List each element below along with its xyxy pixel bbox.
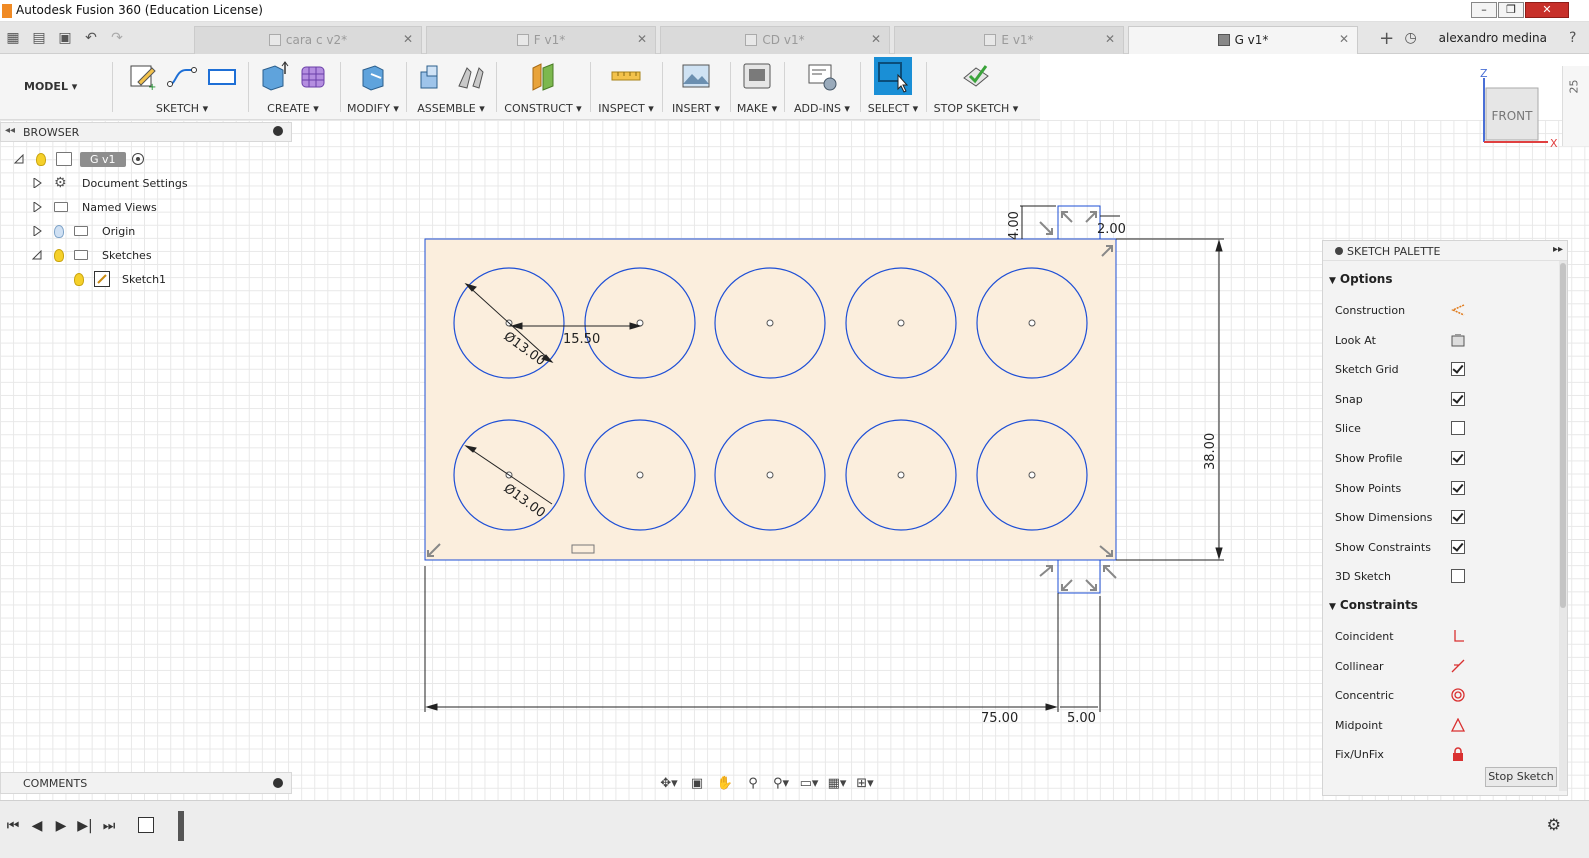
concentric-icon[interactable]: [1451, 688, 1465, 702]
palette-scrollbar[interactable]: [1559, 261, 1567, 791]
show-points-checkbox[interactable]: [1451, 481, 1465, 495]
slice-checkbox[interactable]: [1451, 421, 1465, 435]
sketch-grid-checkbox[interactable]: [1451, 362, 1465, 376]
timeline-sketch-feature[interactable]: [138, 817, 154, 833]
construction-icon[interactable]: [1451, 303, 1465, 317]
constraint-collinear[interactable]: Collinear: [1335, 657, 1557, 677]
option-snap[interactable]: Snap: [1335, 390, 1557, 410]
option-construction[interactable]: Construction: [1335, 301, 1557, 321]
sketch-palette: SKETCH PALETTE ▸▸ ▼ Options Construction …: [1322, 240, 1568, 796]
step-forward-icon[interactable]: ▶|: [76, 817, 94, 835]
play-icon[interactable]: ▶: [52, 817, 70, 835]
show-dimensions-checkbox[interactable]: [1451, 510, 1465, 524]
constraint-coincident[interactable]: Coincident: [1335, 627, 1557, 647]
palette-minimize-icon[interactable]: [1335, 247, 1343, 255]
stop-sketch-button[interactable]: Stop Sketch: [1485, 767, 1557, 787]
tab-height-dimension: 4.00: [1007, 211, 1022, 240]
show-profile-checkbox[interactable]: [1451, 451, 1465, 465]
sketch-tab-top[interactable]: [1057, 205, 1101, 240]
constraints-section-header[interactable]: ▼ Constraints: [1329, 598, 1418, 612]
option-show-constraints[interactable]: Show Constraints: [1335, 538, 1557, 558]
sketch-palette-header[interactable]: SKETCH PALETTE ▸▸: [1323, 241, 1567, 261]
timeline-marker[interactable]: [178, 811, 184, 841]
go-to-end-icon[interactable]: ⏭: [100, 817, 118, 835]
look-at-nav-icon[interactable]: ▣: [686, 775, 708, 793]
height-dimension: 38.00: [1203, 433, 1218, 470]
constraint-midpoint[interactable]: Midpoint: [1335, 716, 1557, 736]
palette-expand-icon[interactable]: ▸▸: [1553, 244, 1563, 255]
navigation-bar: ✥▾ ▣ ✋ ⚲ ⚲▾ ▭▾ ▦▾ ⊞▾: [658, 772, 906, 796]
display-settings-icon[interactable]: ▭▾: [798, 775, 820, 793]
viewports-icon[interactable]: ⊞▾: [854, 775, 876, 793]
look-at-icon[interactable]: [1451, 333, 1465, 347]
option-sketch-grid[interactable]: Sketch Grid: [1335, 360, 1557, 380]
constraint-fix-unfix[interactable]: Fix/UnFix: [1335, 745, 1557, 765]
grid-settings-icon[interactable]: ▦▾: [826, 775, 848, 793]
step-back-icon[interactable]: ◀: [28, 817, 46, 835]
collinear-icon[interactable]: [1451, 659, 1465, 673]
tab-width-dimension: 5.00: [1067, 711, 1096, 726]
go-to-start-icon[interactable]: ⏮: [4, 817, 22, 835]
show-constraints-checkbox[interactable]: [1451, 540, 1465, 554]
constraint-concentric[interactable]: Concentric: [1335, 686, 1557, 706]
comments-panel-header[interactable]: COMMENTS: [0, 772, 292, 794]
tab-offset-dimension: 2.00: [1097, 222, 1126, 237]
options-section-header[interactable]: ▼ Options: [1329, 272, 1393, 286]
option-slice[interactable]: Slice: [1335, 419, 1557, 439]
snap-checkbox[interactable]: [1451, 392, 1465, 406]
lock-icon[interactable]: [1451, 747, 1465, 761]
width-dimension: 75.00: [981, 711, 1018, 726]
timeline-settings-gear-icon[interactable]: ⚙: [1547, 815, 1561, 834]
option-show-dimensions[interactable]: Show Dimensions: [1335, 508, 1557, 528]
zoom-window-icon[interactable]: ⚲▾: [770, 775, 792, 793]
add-comment-icon[interactable]: [273, 778, 283, 788]
midpoint-icon[interactable]: [1451, 718, 1465, 732]
option-3d-sketch[interactable]: 3D Sketch: [1335, 567, 1557, 587]
spacing-dimension: 15.50: [563, 332, 600, 347]
3d-sketch-checkbox[interactable]: [1451, 569, 1465, 583]
timeline: ⏮ ◀ ▶ ▶| ⏭ ⚙: [0, 800, 1589, 858]
coincident-icon[interactable]: [1451, 629, 1465, 643]
option-show-profile[interactable]: Show Profile: [1335, 449, 1557, 469]
option-look-at[interactable]: Look At: [1335, 331, 1557, 351]
option-show-points[interactable]: Show Points: [1335, 479, 1557, 499]
zoom-icon[interactable]: ⚲: [742, 775, 764, 793]
pan-hand-icon[interactable]: ✋: [714, 775, 736, 793]
orbit-icon[interactable]: ✥▾: [658, 775, 680, 793]
